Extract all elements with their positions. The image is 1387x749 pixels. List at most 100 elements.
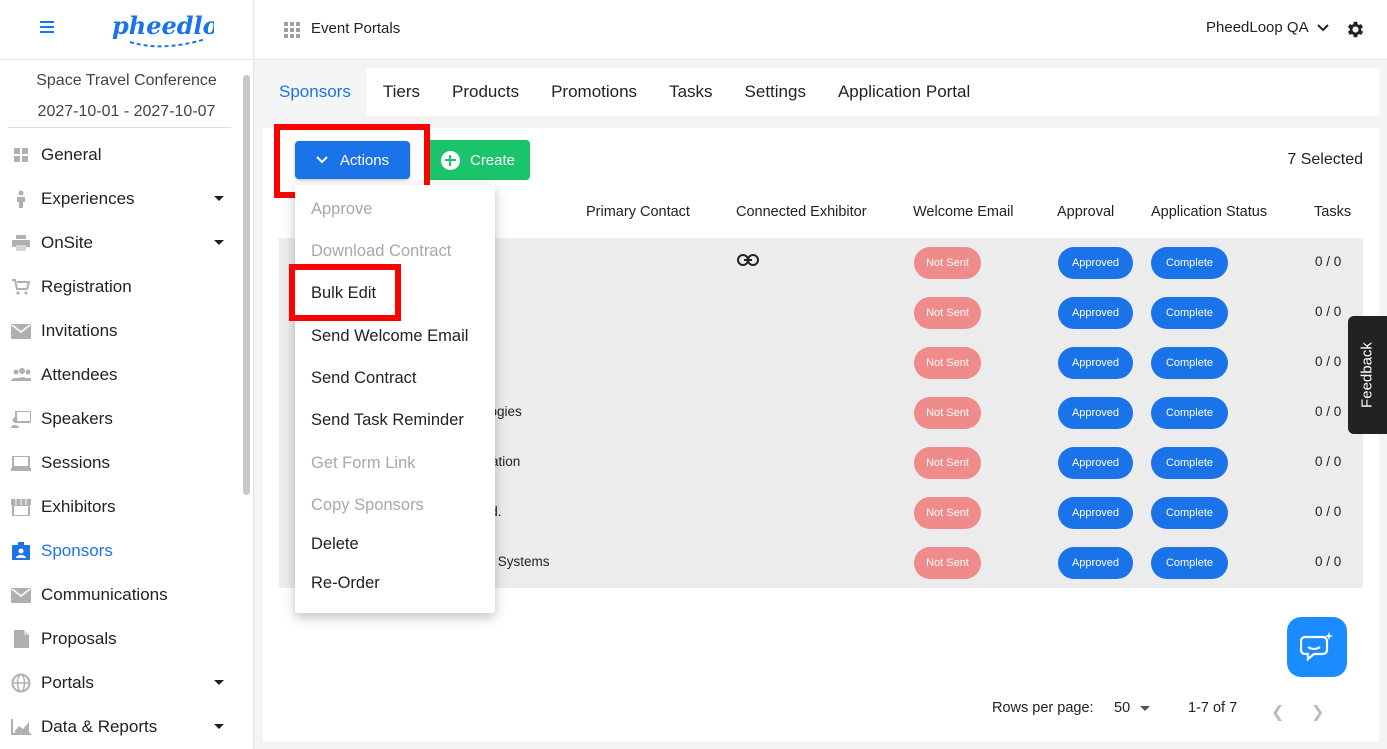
menu-item-get-form-link[interactable]: Get Form Link — [311, 454, 416, 473]
org-selector[interactable]: PheedLoop QA — [1206, 19, 1329, 36]
welcome-email-badge: Not Sent — [914, 397, 981, 429]
actions-dropdown-menu: Approve Download Contract Bulk Edit Send… — [295, 185, 495, 613]
sidebar-item-communications[interactable]: Communications — [0, 573, 240, 617]
menu-item-download-contract[interactable]: Download Contract — [311, 242, 451, 261]
caret-down-icon — [214, 196, 224, 201]
menu-item-copy-sponsors[interactable]: Copy Sponsors — [311, 496, 424, 515]
rows-per-page-select[interactable]: 50 — [1114, 700, 1151, 716]
sidebar: pheedloop Space Travel Conference 2027-1… — [0, 0, 254, 749]
sidebar-item-attendees[interactable]: Attendees — [0, 353, 240, 397]
menu-item-approve[interactable]: Approve — [311, 200, 372, 219]
feedback-tab[interactable]: Feedback — [1348, 316, 1387, 434]
plus-circle-icon — [440, 150, 460, 170]
page-title: Event Portals — [311, 20, 401, 37]
sidebar-item-label: Exhibitors — [41, 497, 116, 516]
tasks-count: 0 / 0 — [1315, 504, 1342, 519]
svg-text:pheedloop: pheedloop — [112, 11, 214, 40]
people-icon — [11, 366, 31, 384]
presenter-icon — [11, 410, 31, 428]
caret-down-icon — [214, 724, 224, 729]
sidebar-item-exhibitors[interactable]: Exhibitors — [0, 485, 240, 529]
status-badge[interactable]: Complete — [1151, 397, 1228, 429]
approval-badge[interactable]: Approved — [1058, 447, 1133, 479]
tasks-count: 0 / 0 — [1315, 354, 1342, 369]
hamburger-menu-icon[interactable] — [40, 21, 54, 33]
status-badge[interactable]: Complete — [1151, 297, 1228, 329]
rows-per-page-value: 50 — [1114, 700, 1131, 716]
feedback-label: Feedback — [1358, 342, 1376, 408]
gear-icon[interactable] — [1345, 19, 1366, 40]
sidebar-item-label: Portals — [41, 673, 94, 692]
sidebar-item-proposals[interactable]: Proposals — [0, 617, 240, 661]
tasks-count: 0 / 0 — [1315, 554, 1342, 569]
sidebar-item-label: Communications — [41, 585, 168, 604]
status-badge[interactable]: Complete — [1151, 547, 1228, 579]
tasks-count: 0 / 0 — [1315, 454, 1342, 469]
sidebar-item-sessions[interactable]: Sessions — [0, 441, 240, 485]
sidebar-item-general[interactable]: General — [0, 133, 240, 177]
actions-button[interactable]: Actions — [295, 141, 410, 179]
grid-icon — [11, 146, 31, 164]
globe-icon — [11, 673, 31, 693]
menu-item-send-task-reminder[interactable]: Send Task Reminder — [311, 411, 464, 430]
status-badge[interactable]: Complete — [1151, 247, 1228, 279]
sidebar-item-label: Registration — [41, 277, 132, 296]
menu-item-send-contract[interactable]: Send Contract — [311, 369, 416, 388]
event-name: Space Travel Conference — [36, 72, 217, 89]
tab-settings[interactable]: Settings — [729, 68, 822, 116]
rows-per-page-label: Rows per page: — [992, 700, 1094, 716]
header-primary-contact[interactable]: Primary Contact — [586, 204, 690, 220]
next-page-icon[interactable]: ❯ — [1311, 702, 1324, 722]
laptop-icon — [11, 454, 31, 472]
approval-badge[interactable]: Approved — [1058, 297, 1133, 329]
selected-count: 7 Selected — [1287, 151, 1363, 168]
sidebar-item-data-reports[interactable]: Data & Reports — [0, 705, 240, 749]
approval-badge[interactable]: Approved — [1058, 397, 1133, 429]
sidebar-item-portals[interactable]: Portals — [0, 661, 240, 705]
approval-badge[interactable]: Approved — [1058, 497, 1133, 529]
sidebar-item-registration[interactable]: Registration — [0, 265, 240, 309]
link-icon[interactable] — [737, 254, 759, 266]
sidebar-item-invitations[interactable]: Invitations — [0, 309, 240, 353]
sidebar-item-onsite[interactable]: OnSite — [0, 221, 240, 265]
menu-item-re-order[interactable]: Re-Order — [311, 574, 380, 593]
org-name: PheedLoop QA — [1206, 19, 1309, 36]
tab-sponsors[interactable]: Sponsors — [263, 68, 367, 116]
menu-item-bulk-edit[interactable]: Bulk Edit — [311, 284, 376, 303]
create-label: Create — [469, 151, 516, 169]
menu-item-delete[interactable]: Delete — [311, 535, 359, 554]
chevron-down-icon — [1316, 23, 1329, 31]
tab-products[interactable]: Products — [436, 68, 535, 116]
prev-page-icon[interactable]: ❮ — [1271, 702, 1284, 722]
tab-promotions[interactable]: Promotions — [535, 68, 653, 116]
sidebar-scrollbar[interactable] — [243, 75, 250, 495]
approval-badge[interactable]: Approved — [1058, 247, 1133, 279]
tab-tiers[interactable]: Tiers — [367, 68, 436, 116]
create-button[interactable]: Create — [426, 140, 530, 180]
header-tasks[interactable]: Tasks — [1314, 204, 1351, 220]
header-welcome-email[interactable]: Welcome Email — [913, 204, 1013, 220]
header-approval[interactable]: Approval — [1057, 204, 1114, 220]
sidebar-item-experiences[interactable]: Experiences — [0, 177, 240, 221]
tasks-count: 0 / 0 — [1315, 254, 1342, 269]
sidebar-item-speakers[interactable]: Speakers — [0, 397, 240, 441]
tab-application-portal[interactable]: Application Portal — [822, 68, 986, 116]
chat-button[interactable] — [1287, 617, 1347, 677]
sidebar-header: pheedloop — [0, 0, 253, 60]
menu-item-send-welcome-email[interactable]: Send Welcome Email — [311, 327, 468, 346]
header-application-status[interactable]: Application Status — [1151, 204, 1267, 220]
apps-grid-icon[interactable] — [284, 22, 300, 38]
sidebar-item-label: Experiences — [41, 189, 135, 208]
header-connected-exhibitor[interactable]: Connected Exhibitor — [736, 204, 867, 220]
approval-badge[interactable]: Approved — [1058, 347, 1133, 379]
status-badge[interactable]: Complete — [1151, 497, 1228, 529]
pagination-range: 1-7 of 7 — [1188, 700, 1238, 716]
sidebar-item-label: Proposals — [41, 629, 117, 648]
person-icon — [11, 190, 31, 208]
status-badge[interactable]: Complete — [1151, 447, 1228, 479]
badge-icon — [11, 542, 31, 560]
sidebar-item-sponsors[interactable]: Sponsors — [0, 529, 240, 573]
tab-tasks[interactable]: Tasks — [653, 68, 728, 116]
approval-badge[interactable]: Approved — [1058, 547, 1133, 579]
status-badge[interactable]: Complete — [1151, 347, 1228, 379]
